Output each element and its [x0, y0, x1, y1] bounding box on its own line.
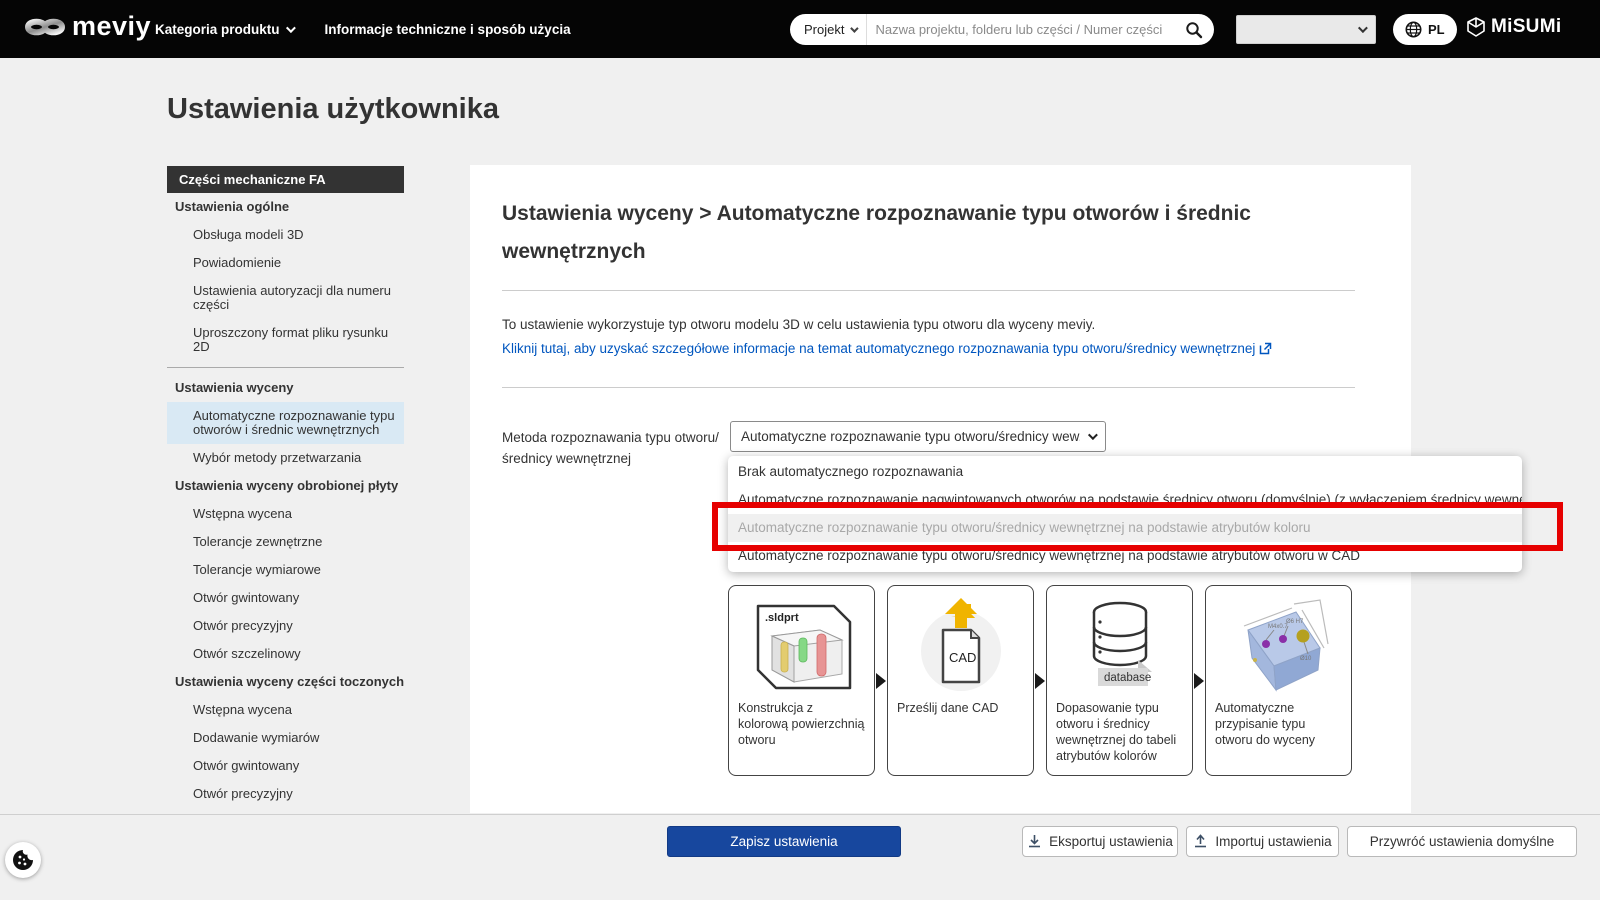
language-switcher[interactable]: PL [1393, 14, 1457, 45]
globe-icon [1405, 21, 1422, 38]
quote-model-icon: M4x0.7 Ø6 H7 Ø10 [1206, 586, 1351, 698]
sidebar-item-slot-hole[interactable]: Otwór szczelinowy [167, 640, 404, 668]
misumi-brand-text: MiSUMi [1491, 16, 1562, 37]
sidebar-section-turned-parts: Ustawienia wyceny części toczonych [175, 674, 405, 689]
step-label: Automatyczne przypisanie typu otworu do … [1215, 701, 1316, 747]
sidebar-item-adding-dimensions[interactable]: Dodawanie wymiarów [167, 724, 404, 752]
header-empty-select[interactable] [1236, 15, 1376, 44]
svg-text:CAD: CAD [949, 650, 976, 665]
brand-text: meviy [72, 11, 152, 41]
search-scope-select[interactable]: Projekt [790, 14, 868, 45]
chevron-down-icon [1357, 23, 1368, 34]
arrow-right-icon [1035, 672, 1045, 689]
svg-text:Ø6 H7: Ø6 H7 [1286, 619, 1304, 625]
search-button[interactable] [1174, 14, 1214, 45]
download-icon [1029, 835, 1041, 848]
chevron-down-icon [850, 23, 860, 33]
sidebar-item-external-tolerances[interactable]: Tolerancje zewnętrzne [167, 528, 404, 556]
sidebar-item-2d-drawing-format[interactable]: Uproszczony format pliku rysunku 2D [167, 319, 404, 361]
sidebar-divider [167, 367, 404, 368]
svg-text:database: database [1104, 672, 1151, 684]
upload-icon [1195, 834, 1207, 848]
step-label: Konstrukcja z kolorową powierzchnią otwo… [738, 701, 865, 747]
sidebar-item-initial-quote-plate[interactable]: Wstępna wycena [167, 500, 404, 528]
sidebar-item-precision-hole-turned[interactable]: Otwór precyzyjny [167, 780, 404, 808]
svg-text:.sldprt: .sldprt [765, 612, 799, 624]
infinity-logo-icon [24, 18, 66, 35]
workflow-steps: .sldprt Konstrukcja z kolorową powierzch… [728, 585, 1352, 776]
search-icon [1186, 21, 1203, 38]
sidebar-item-initial-quote-turned[interactable]: Wstępna wycena [167, 696, 404, 724]
sidebar-item-auto-hole-recognition[interactable]: Automatyczne rozpoznawanie typu otworów … [167, 402, 404, 444]
sldprt-model-icon: .sldprt [729, 586, 874, 698]
chevron-down-icon [285, 22, 296, 33]
sidebar-item-part-number-auth[interactable]: Ustawienia autoryzacji dla numeru części [167, 277, 404, 319]
dropdown-option-by-hole-diameter[interactable]: Automatyczne rozpoznawanie nagwintowanyc… [728, 486, 1522, 514]
top-navigation: Kategoria produktu Informacje techniczne… [155, 0, 571, 58]
search-input[interactable] [867, 22, 1174, 37]
sidebar-section-general: Ustawienia ogólne [175, 199, 290, 214]
sidebar-item-threaded-hole-turned[interactable]: Otwór gwintowany [167, 752, 404, 780]
database-icon: database [1047, 586, 1192, 698]
cookie-icon [13, 850, 33, 870]
sidebar-section-quotation: Ustawienia wyceny [175, 380, 294, 395]
sidebar-section-machined-plate: Ustawienia wyceny obrobionej płyty [175, 478, 399, 493]
settings-sidebar: Części mechaniczne FA Ustawienia ogólne … [167, 166, 404, 808]
cad-upload-icon: CAD [888, 586, 1033, 698]
cookie-settings-button[interactable] [5, 842, 41, 878]
nav-product-category[interactable]: Kategoria produktu [155, 22, 296, 37]
sidebar-item-precision-hole-plate[interactable]: Otwór precyzyjny [167, 612, 404, 640]
sidebar-item-processing-method[interactable]: Wybór metody przetwarzania [167, 444, 404, 472]
recognition-method-select[interactable]: Automatyczne rozpoznawanie typu otworu/ś… [730, 421, 1106, 452]
top-header: meviy Kategoria produktu Informacje tech… [0, 0, 1600, 58]
sidebar-item-threaded-hole-plate[interactable]: Otwór gwintowany [167, 584, 404, 612]
restore-defaults-button[interactable]: Przywróć ustawienia domyślne [1347, 826, 1577, 857]
step-card-auto-assign: M4x0.7 Ø6 H7 Ø10 Automatyczne przypisani… [1205, 585, 1352, 776]
external-link-icon [1260, 342, 1272, 355]
content-heading: Ustawienia wyceny > Automatyczne rozpozn… [502, 202, 1251, 263]
recognition-method-label: Metoda rozpoznawania typu otworu/ średni… [502, 430, 719, 466]
arrow-right-icon [876, 672, 886, 689]
cube-icon [1467, 17, 1485, 37]
help-link[interactable]: Kliknij tutaj, aby uzyskać szczegółowe i… [502, 341, 1272, 356]
chevron-down-icon [1087, 430, 1098, 441]
sidebar-root-fa-parts[interactable]: Części mechaniczne FA [167, 166, 404, 193]
footer-divider [0, 814, 1600, 815]
setting-description: To ustawienie wykorzystuje typ otworu mo… [502, 317, 1096, 332]
search-bar: Projekt [790, 14, 1214, 45]
dropdown-option-by-color-attributes[interactable]: Automatyczne rozpoznawanie typu otworu/ś… [728, 514, 1522, 542]
step-label: Dopasowanie typu otworu i średnicy wewnę… [1056, 701, 1177, 763]
nav-technical-info[interactable]: Informacje techniczne i sposób użycia [325, 22, 571, 37]
divider [502, 290, 1355, 291]
dropdown-option-no-auto[interactable]: Brak automatycznego rozpoznawania [728, 458, 1522, 486]
step-label: Prześlij dane CAD [897, 701, 999, 715]
meviy-logo[interactable]: meviy [24, 11, 151, 42]
language-label: PL [1428, 22, 1445, 37]
export-settings-button[interactable]: Eksportuj ustawienia [1022, 826, 1178, 857]
misumi-logo[interactable]: MiSUMi [1466, 16, 1561, 38]
page-title: Ustawienia użytkownika [167, 93, 499, 125]
sidebar-item-3d-models[interactable]: Obsługa modeli 3D [167, 221, 404, 249]
step-card-upload-cad: CAD Prześlij dane CAD [887, 585, 1034, 776]
step-card-database-match: database Dopasowanie typu otworu i średn… [1046, 585, 1193, 776]
recognition-method-dropdown: Brak automatycznego rozpoznawania Automa… [728, 456, 1522, 572]
arrow-right-icon [1194, 672, 1204, 689]
sidebar-item-dimensional-tolerances[interactable]: Tolerancje wymiarowe [167, 556, 404, 584]
save-settings-button[interactable]: Zapisz ustawienia [667, 826, 901, 857]
import-settings-button[interactable]: Importuj ustawienia [1186, 826, 1339, 857]
step-card-colored-model: .sldprt Konstrukcja z kolorową powierzch… [728, 585, 875, 776]
dropdown-option-by-cad-attributes[interactable]: Automatyczne rozpoznawanie typu otworu/ś… [728, 542, 1522, 570]
svg-text:Ø10: Ø10 [1300, 656, 1312, 662]
divider [502, 387, 1355, 388]
sidebar-item-notification[interactable]: Powiadomienie [167, 249, 404, 277]
